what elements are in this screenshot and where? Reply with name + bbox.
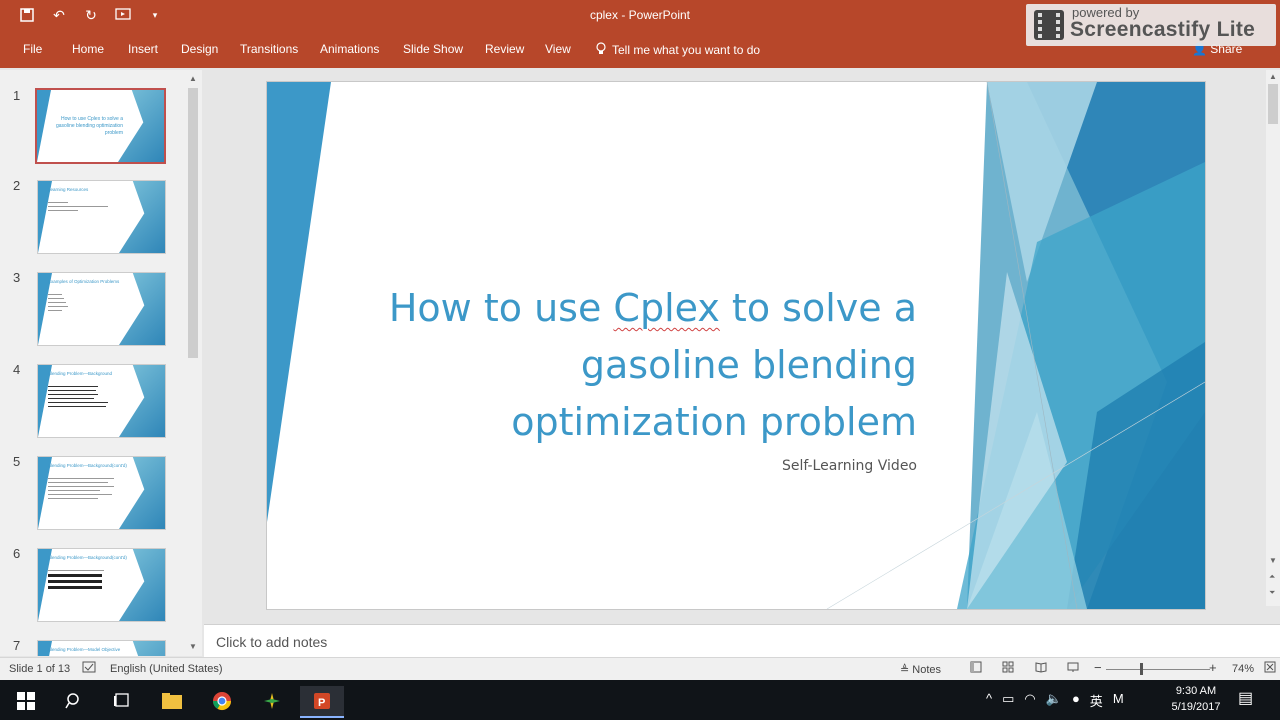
windows-start-icon[interactable]: [4, 686, 48, 716]
title-text: optimization problem: [511, 400, 917, 444]
slide-canvas[interactable]: How to use Cplex to solve a gasoline blen…: [267, 82, 1205, 609]
action-center-icon[interactable]: ▤: [1238, 688, 1253, 708]
scroll-down-icon[interactable]: ▼: [1269, 556, 1277, 565]
scroll-down-icon[interactable]: ▼: [189, 642, 197, 651]
slide-counter: Slide 1 of 13: [9, 663, 71, 675]
notes-label: Notes: [912, 664, 942, 676]
zoom-level[interactable]: 74%: [1232, 663, 1254, 675]
tab-design[interactable]: Design: [181, 42, 218, 56]
tab-slide-show[interactable]: Slide Show: [403, 42, 463, 56]
title-text: gasoline blending: [580, 343, 917, 387]
volume-icon[interactable]: 🔈: [1046, 691, 1062, 710]
language-indicator[interactable]: English (United States): [110, 663, 223, 675]
slide-thumbnail-5[interactable]: Blending Problem—Background(cont'd): [37, 456, 166, 530]
scrollbar-thumb[interactable]: [188, 88, 198, 358]
slide-subtitle[interactable]: Self-Learning Video: [717, 458, 917, 474]
tab-animations[interactable]: Animations: [320, 42, 379, 56]
notes-pane[interactable]: Click to add notes: [204, 624, 1280, 657]
thumb-title: Blending Problem—Background(cont'd): [48, 555, 127, 560]
status-bar: Slide 1 of 13 English (United States) ≜ …: [0, 657, 1280, 681]
zoom-in-icon[interactable]: +: [1209, 660, 1217, 675]
misspelled-word: Cplex: [613, 286, 720, 330]
notes-placeholder: Click to add notes: [216, 634, 328, 650]
thumb-number: 7: [13, 638, 21, 653]
slide-thumbnail-6[interactable]: Blending Problem—Background(cont'd): [37, 548, 166, 622]
tab-home[interactable]: Home: [72, 42, 104, 56]
scrollbar-thumb[interactable]: [1268, 84, 1278, 124]
thumb-title: Examples of Optimization Problems: [48, 279, 120, 284]
slide-sorter-view-icon[interactable]: [1002, 661, 1014, 676]
thumbnail-scrollbar[interactable]: ▲ ▼: [186, 74, 200, 654]
slide-thumbnail-2[interactable]: Learning Resources: [37, 180, 166, 254]
powerpoint-icon[interactable]: P: [300, 686, 344, 718]
title-text: How to use: [388, 286, 614, 330]
system-tray: ^ ▭ ◠ 🔈 ● 英 M: [986, 691, 1124, 710]
gmail-icon[interactable]: M: [1113, 691, 1124, 710]
editor-scrollbar[interactable]: ▲ ▼ ⏶ ⏷: [1266, 70, 1280, 606]
thumb-number: 6: [13, 546, 21, 561]
scroll-up-icon[interactable]: ▲: [189, 74, 197, 83]
battery-icon[interactable]: ▭: [1002, 691, 1014, 710]
watermark-brand: Screencastify Lite: [1070, 18, 1256, 41]
tell-me-search[interactable]: Tell me what you want to do: [596, 42, 760, 58]
search-icon[interactable]: [52, 686, 96, 716]
slide-thumbnail-4[interactable]: Blending Problem—Background: [37, 364, 166, 438]
thumb-title: Blending Problem—Model Objective: [48, 647, 121, 652]
title-text: to solve a: [719, 286, 917, 330]
app-tray-icon[interactable]: ●: [1072, 691, 1080, 710]
next-slide-icon[interactable]: ⏷: [1269, 588, 1275, 598]
thumb-number: 1: [13, 88, 21, 103]
scroll-up-icon[interactable]: ▲: [1269, 72, 1277, 81]
windows-taskbar: P ^ ▭ ◠ 🔈 ● 英 M 9:30 AM 5/19/2017 ▤: [0, 680, 1280, 720]
clock-time: 9:30 AM: [1175, 685, 1217, 697]
tab-file[interactable]: File: [23, 42, 42, 56]
notes-toggle[interactable]: ≜ Notes: [900, 663, 941, 676]
fit-to-window-icon[interactable]: [1264, 661, 1276, 676]
screencastify-watermark: powered by Screencastify Lite: [1026, 4, 1276, 46]
zoom-slider[interactable]: [1106, 669, 1210, 670]
file-explorer-icon[interactable]: [150, 686, 194, 716]
tell-me-label: Tell me what you want to do: [612, 43, 761, 57]
tab-transitions[interactable]: Transitions: [240, 42, 298, 56]
slide-title[interactable]: How to use Cplex to solve a gasoline blen…: [367, 280, 917, 451]
ime-indicator[interactable]: 英: [1090, 691, 1103, 710]
tab-review[interactable]: Review: [485, 42, 524, 56]
clock-date: 5/19/2017: [1171, 701, 1221, 713]
film-reel-icon: [1034, 10, 1064, 40]
thumb-title: Learning Resources: [48, 187, 89, 192]
thumb-number: 4: [13, 362, 21, 377]
slide-thumbnail-3[interactable]: Examples of Optimization Problems: [37, 272, 166, 346]
spelling-check-icon[interactable]: [82, 661, 96, 676]
thumb-title: Blending Problem—Background: [48, 371, 113, 376]
slide-show-view-icon[interactable]: [1067, 661, 1079, 676]
task-view-icon[interactable]: [100, 686, 144, 716]
notes-icon: ≜: [900, 664, 910, 676]
reading-view-icon[interactable]: [1035, 661, 1047, 676]
wifi-icon[interactable]: ◠: [1024, 691, 1035, 710]
show-hidden-icons-icon[interactable]: ^: [986, 691, 992, 710]
zoom-out-icon[interactable]: −: [1094, 660, 1102, 675]
zoom-slider-thumb[interactable]: [1140, 663, 1143, 675]
slide-thumbnail-pane: 1 How to use Cplex to solve a gasoline b…: [0, 70, 202, 656]
clock[interactable]: 9:30 AM 5/19/2017: [1166, 683, 1226, 715]
tab-insert[interactable]: Insert: [128, 42, 158, 56]
thumb-number: 2: [13, 178, 21, 193]
normal-view-icon[interactable]: [970, 661, 982, 676]
thumb-number: 5: [13, 454, 21, 469]
thumb-number: 3: [13, 270, 21, 285]
tab-view[interactable]: View: [545, 42, 571, 56]
previous-slide-icon[interactable]: ⏶: [1269, 572, 1275, 582]
thumb-title: Blending Problem—Background(cont'd): [48, 463, 127, 468]
chrome-icon[interactable]: [200, 686, 244, 716]
app-icon[interactable]: [250, 686, 294, 716]
slide-thumbnail-7[interactable]: Blending Problem—Model Objective: [37, 640, 166, 656]
slide-thumbnail-1[interactable]: How to use Cplex to solve a gasoline ble…: [35, 88, 166, 164]
lightbulb-icon: [596, 42, 606, 58]
thumb-title: How to use Cplex to solve a gasoline ble…: [56, 116, 123, 136]
svg-text:P: P: [318, 697, 325, 709]
